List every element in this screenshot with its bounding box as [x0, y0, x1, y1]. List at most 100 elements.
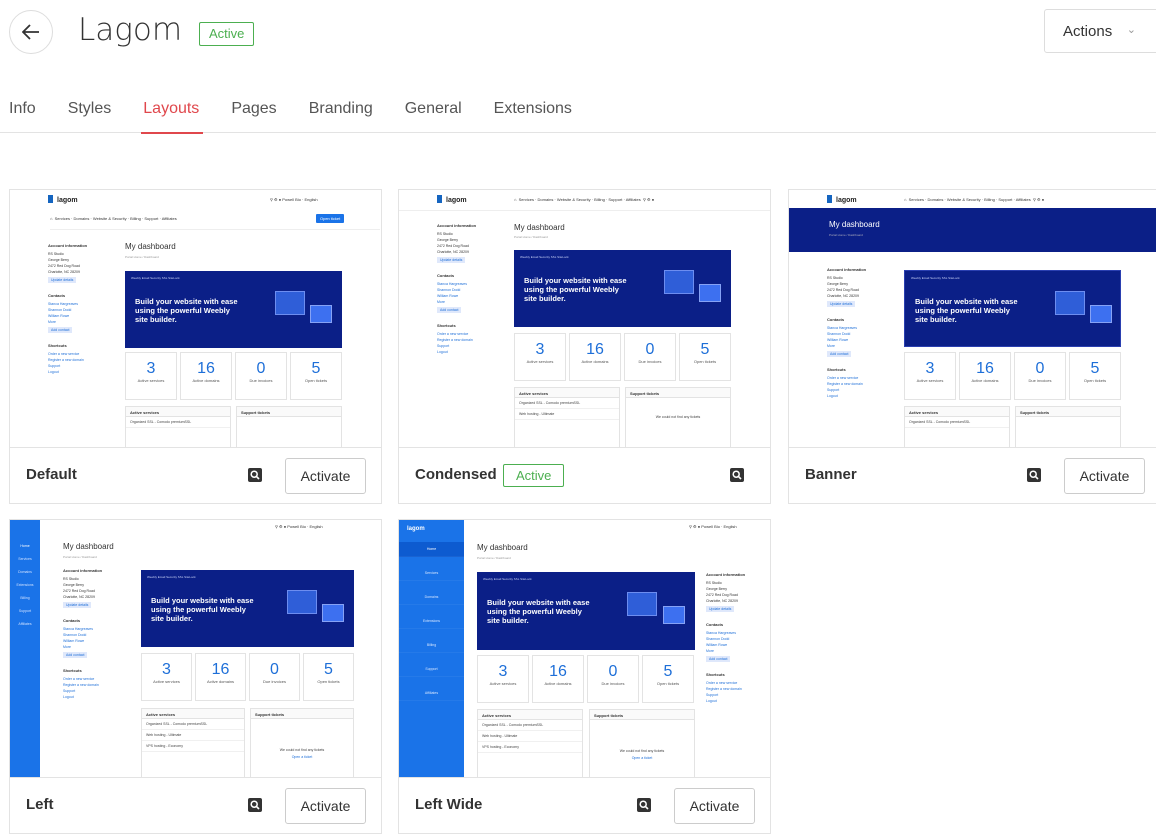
layout-preview-banner[interactable]: lagom ⌂ Services · Domains · Website & S…: [789, 190, 1156, 447]
mini-support-tickets: Support tickets We could not find any ti…: [250, 708, 354, 777]
preview-icon[interactable]: [1027, 468, 1041, 482]
layout-card-default: lagom ⚲ ⚙ ● Powell Bio · English ⌂ Servi…: [9, 189, 382, 504]
tab-layouts[interactable]: Layouts: [141, 88, 204, 134]
mini-stat-value: 0: [645, 341, 655, 358]
actions-dropdown[interactable]: Actions ⌄: [1044, 9, 1156, 53]
mini-monitor-graphic: [287, 590, 317, 614]
mini-stat: 0 Due invoices: [624, 333, 676, 381]
mini-nav: ⌂ Services · Domains · Website & Securit…: [514, 197, 655, 202]
mini-account-heading: Account information: [437, 223, 477, 228]
mini-stat-value: 5: [663, 663, 673, 680]
mini-contacts-heading: Contacts: [706, 622, 724, 627]
mini-stat-value: 5: [1090, 360, 1100, 377]
mini-stat-label: Due invoices: [263, 679, 286, 684]
mini-stat-label: Active services: [153, 679, 180, 684]
mini-banner-line: using the powerful Weebly: [151, 605, 246, 614]
back-button[interactable]: [9, 10, 53, 54]
mini-dashboard-title: My dashboard: [829, 220, 880, 229]
mini-service-row: VPS hosting - Economy: [478, 742, 582, 753]
mini-service-row: Organized SSL - Comodo premiumSSL: [905, 417, 1009, 428]
mini-dashboard-title: My dashboard: [125, 242, 176, 251]
mini-shortcut: Logout: [437, 350, 448, 354]
mini-stat-label: Active domains: [971, 378, 999, 383]
mini-service-row: Web hosting - Ultimate: [515, 409, 619, 420]
layout-preview-default[interactable]: lagom ⚲ ⚙ ● Powell Bio · English ⌂ Servi…: [10, 190, 381, 447]
mini-banner-line: site builder.: [151, 614, 193, 623]
tab-styles[interactable]: Styles: [68, 88, 112, 133]
mini-monitor-graphic: [664, 270, 694, 294]
mini-stat-label: Active services: [489, 681, 517, 686]
mini-stat-value: 16: [976, 360, 994, 377]
mini-sidebar-item: Support: [399, 662, 464, 677]
preview-icon[interactable]: [248, 468, 262, 482]
layout-preview-left[interactable]: Home Services Domains Extensions Billing…: [10, 520, 381, 777]
mini-stat-value: 16: [549, 663, 567, 680]
mini-banner-line: Build your website with ease: [135, 297, 238, 306]
mini-banner-tabs: Weebly Email Security SSL SiteLock: [131, 276, 180, 280]
card-footer: Condensed Active: [399, 447, 770, 503]
mini-no-tickets: We could not find any tickets: [655, 415, 701, 419]
mini-open-ticket: Open a ticket: [291, 755, 313, 759]
mini-account-heading: Account information: [48, 243, 88, 248]
mini-box-heading: Active services: [515, 388, 619, 398]
mini-logo: lagom: [437, 195, 467, 204]
mini-stat: 0 Due invoices: [1014, 352, 1066, 400]
mini-add-contact: Add contact: [437, 307, 462, 313]
status-badge: Active: [199, 22, 255, 46]
layout-preview-condensed[interactable]: lagom ⌂ Services · Domains · Website & S…: [399, 190, 770, 447]
mini-shortcuts-heading: Shortcuts: [437, 323, 456, 328]
mini-add-contact: Add contact: [827, 351, 852, 357]
preview-icon[interactable]: [248, 798, 262, 812]
mini-contact: More: [706, 649, 714, 653]
activate-button[interactable]: Activate: [285, 788, 366, 824]
mini-promo-banner: Weebly Email Security SSL SiteLock Build…: [125, 271, 342, 348]
activate-button[interactable]: Activate: [1064, 458, 1145, 494]
mini-banner-line: site builder.: [135, 315, 177, 324]
mini-breadcrumb: Portal Home / Dashboard: [514, 235, 548, 239]
mini-box-heading: Support tickets: [251, 709, 353, 719]
mini-stat: 16 Active domains: [959, 352, 1011, 400]
mini-dashboard-title: My dashboard: [63, 542, 114, 551]
mini-sidebar: Account information RS Studio George Ber…: [706, 572, 766, 704]
tab-info[interactable]: Info: [9, 88, 36, 133]
mini-stat-value: 16: [211, 661, 230, 678]
mini-support-tickets: Support tickets We could not find any ti…: [589, 709, 695, 777]
chevron-down-icon: ⌄: [1126, 24, 1136, 36]
mini-sidebar-item: Services: [399, 566, 464, 581]
mini-stat-value: 16: [586, 341, 604, 358]
mini-stat: 0 Due invoices: [235, 352, 287, 400]
layout-name: Left Wide: [415, 796, 483, 813]
mini-stat-label: Active domains: [544, 681, 572, 686]
mini-support-tickets: Support tickets: [1015, 406, 1121, 447]
mini-logo: lagom: [407, 526, 425, 532]
tab-general[interactable]: General: [405, 88, 462, 133]
layout-preview-left-wide[interactable]: lagom Home Services Domains Extensions B…: [399, 520, 770, 777]
mini-stat-value: 0: [608, 663, 618, 680]
mini-stat-label: Open tickets: [1083, 378, 1107, 383]
preview-icon[interactable]: [730, 468, 744, 482]
mini-shortcut: Logout: [827, 394, 838, 398]
mini-sidebar: Account information RS Studio George Ber…: [827, 267, 895, 399]
mini-add-contact: Add contact: [63, 652, 88, 658]
mini-stats: 3 Active services 16 Active domains 0 Due i…: [141, 653, 354, 701]
mini-dashboard-title: My dashboard: [477, 543, 528, 552]
mini-rail-item: Support: [18, 609, 32, 613]
tab-extensions[interactable]: Extensions: [494, 88, 572, 133]
mini-stat: 5 Open tickets: [290, 352, 342, 400]
layout-name: Condensed: [415, 466, 497, 483]
mini-rail-item: Services: [18, 557, 32, 561]
mini-box-heading: Active services: [126, 407, 230, 417]
mini-address-3: Charlotte, NC 28209: [827, 294, 859, 298]
mini-address-3: Charlotte, NC 28209: [63, 595, 95, 599]
layout-card-left: Home Services Domains Extensions Billing…: [9, 519, 382, 834]
mini-sidebar-item: Domains: [399, 590, 464, 605]
activate-button[interactable]: Activate: [285, 458, 366, 494]
tab-pages[interactable]: Pages: [231, 88, 276, 133]
mini-stat: 16 Active domains: [195, 653, 246, 701]
activate-button[interactable]: Activate: [674, 788, 755, 824]
preview-icon[interactable]: [637, 798, 651, 812]
mini-monitor-graphic: [699, 284, 721, 302]
layout-card-banner: lagom ⌂ Services · Domains · Website & S…: [788, 189, 1156, 504]
mini-shortcut: Logout: [63, 695, 74, 699]
tab-branding[interactable]: Branding: [309, 88, 373, 133]
